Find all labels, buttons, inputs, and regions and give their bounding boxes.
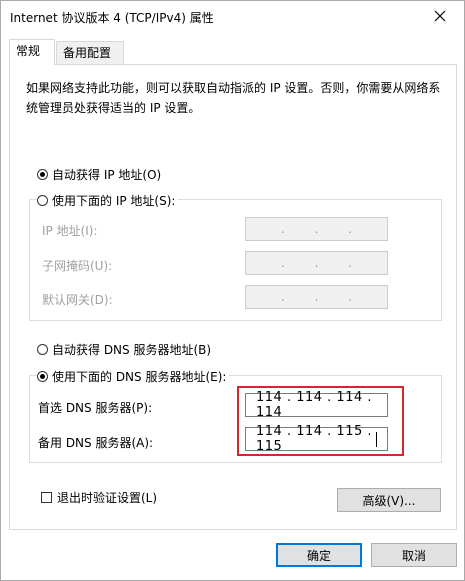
preferred-dns-label: 首选 DNS 服务器(P):: [38, 401, 153, 415]
auto-ip-label: 自动获得 IP 地址(O): [52, 168, 162, 182]
radio-selected-icon: [37, 169, 48, 180]
default-gateway-input[interactable]: ...: [245, 285, 388, 309]
validate-on-exit-label: 退出时验证设置(L): [57, 491, 158, 505]
tab-general[interactable]: 常规: [9, 39, 55, 65]
manual-dns-radio[interactable]: 使用下面的 DNS 服务器地址(E):: [37, 368, 230, 385]
description-text: 如果网络支持此功能，则可以获取自动指派的 IP 设置。否则，你需要从网络系统管理…: [26, 81, 441, 115]
manual-ip-radio[interactable]: 使用下面的 IP 地址(S):: [37, 192, 179, 209]
radio-selected-icon: [37, 371, 48, 382]
manual-dns-label: 使用下面的 DNS 服务器地址(E):: [52, 370, 227, 384]
ok-button[interactable]: 确定: [276, 543, 362, 567]
radio-unselected-icon: [37, 195, 48, 206]
title-bar: Internet 协议版本 4 (TCP/IPv4) 属性: [1, 1, 464, 31]
ip-address-label: IP 地址(I):: [42, 224, 98, 238]
close-icon: [434, 10, 446, 22]
close-button[interactable]: [418, 1, 462, 31]
dialog-window: Internet 协议版本 4 (TCP/IPv4) 属性 常规 备用配置 如果…: [0, 0, 465, 581]
ip-address-input[interactable]: ...: [245, 217, 388, 241]
window-title: Internet 协议版本 4 (TCP/IPv4) 属性: [10, 11, 214, 25]
manual-ip-label: 使用下面的 IP 地址(S):: [52, 194, 176, 208]
validate-on-exit-checkbox[interactable]: 退出时验证设置(L): [41, 489, 157, 506]
default-gateway-label: 默认网关(D):: [42, 293, 113, 307]
auto-ip-radio[interactable]: 自动获得 IP 地址(O): [37, 166, 161, 183]
tab-alternate-config[interactable]: 备用配置: [56, 41, 124, 64]
advanced-button[interactable]: 高级(V)...: [337, 488, 441, 512]
subnet-mask-input[interactable]: ...: [245, 251, 388, 275]
cancel-button[interactable]: 取消: [371, 543, 457, 567]
dns-highlight-annotation: [237, 386, 404, 456]
radio-unselected-icon: [37, 344, 48, 355]
alternate-dns-label: 备用 DNS 服务器(A):: [38, 436, 154, 450]
general-panel: 如果网络支持此功能，则可以获取自动指派的 IP 设置。否则，你需要从网络系统管理…: [9, 64, 457, 530]
auto-dns-label: 自动获得 DNS 服务器地址(B): [52, 343, 212, 357]
subnet-mask-label: 子网掩码(U):: [42, 259, 113, 273]
checkbox-unchecked-icon: [41, 492, 52, 503]
auto-dns-radio[interactable]: 自动获得 DNS 服务器地址(B): [37, 341, 211, 358]
